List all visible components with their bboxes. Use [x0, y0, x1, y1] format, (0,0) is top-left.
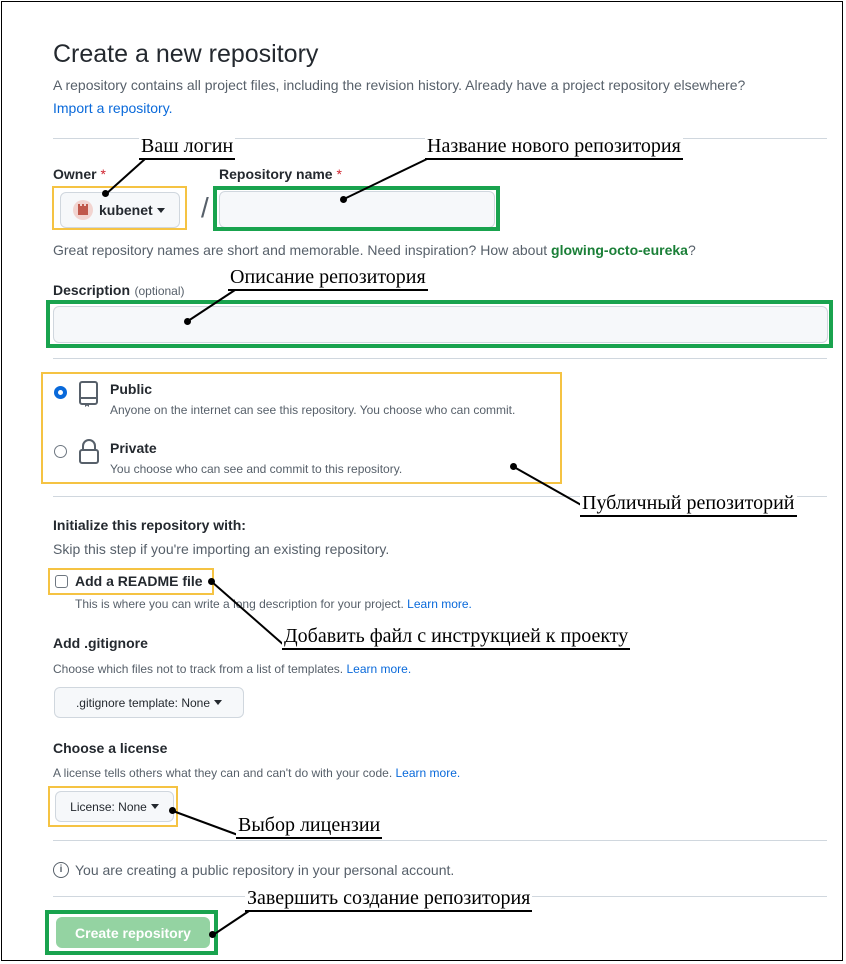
annotation-readme: Добавить файл с инструкцией к проекту	[282, 625, 631, 650]
annotation-dot	[169, 807, 176, 814]
annotation-dot	[340, 196, 347, 203]
annotation-leader-lines	[105, 158, 584, 936]
annotation-dot	[102, 190, 109, 197]
annotation-login: Ваш логин	[139, 135, 236, 160]
annotation-dot	[510, 463, 517, 470]
annotation-dot	[184, 318, 191, 325]
annotation-public: Публичный репозиторий	[580, 492, 797, 517]
annotation-create: Завершить создание репозитория	[245, 887, 533, 912]
annotation-dot	[209, 931, 216, 938]
annotation-repo-name: Название нового репозитория	[425, 135, 683, 160]
annotation-license: Выбор лицензии	[236, 814, 383, 839]
annotation-description: Описание репозитория	[228, 266, 428, 291]
annotation-dot	[208, 578, 215, 585]
